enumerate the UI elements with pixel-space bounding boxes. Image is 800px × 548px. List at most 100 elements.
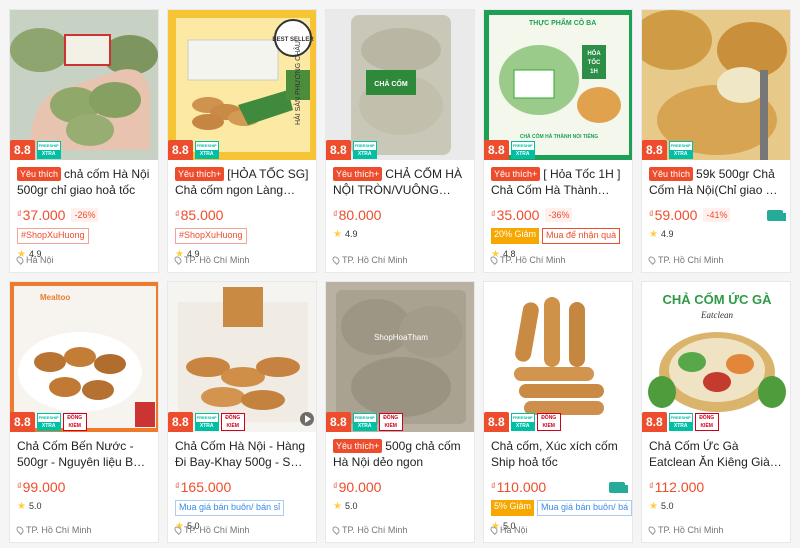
product-title[interactable]: Chả cốm, Xúc xích cốm Ship hoả tốc bbox=[491, 438, 625, 470]
promo-badges: 8.8 FREESHIP XTRA bbox=[10, 140, 61, 160]
product-card[interactable]: CHẢ CỐM ỨC GÀ Eatclean 8.8 FREESHIP XTRA … bbox=[641, 281, 791, 543]
product-image[interactable]: 8.8 FREESHIP XTRA bbox=[10, 10, 158, 160]
product-tag: #ShopXuHuong bbox=[17, 228, 89, 244]
product-title[interactable]: Yêu thích+[ Hỏa Tốc 1H ] Chả Cốm Hà Thàn… bbox=[491, 166, 625, 198]
star-icon: ★ bbox=[649, 500, 658, 512]
product-location: TP. Hồ Chí Minh bbox=[647, 525, 723, 535]
freeship-badge: FREESHIP XTRA bbox=[194, 141, 219, 159]
product-image[interactable]: 8.8 FREESHIP XTRA ĐỒNG KIỂM bbox=[168, 282, 316, 432]
product-rating: ★ 5.0 bbox=[649, 500, 674, 512]
product-location: TP. Hồ Chí Minh bbox=[489, 255, 565, 265]
product-tag: Mua giá bán buôn/ bán sỉ bbox=[175, 500, 285, 516]
product-image[interactable]: 8.8 FREESHIP XTRA ĐỒNG KIỂM bbox=[484, 282, 632, 432]
product-title[interactable]: Yêu thích+ 500g chả cốm Hà Nội dẻo ngon bbox=[333, 438, 467, 470]
product-rating: ★ 4.9 bbox=[333, 228, 358, 240]
product-card[interactable]: 8.8 FREESHIP XTRA Yêu thích chả cốm Hà Nội… bbox=[9, 9, 159, 273]
product-title[interactable]: Chả Cốm Hà Nội - Hàng Đi Bay-Khay 500g -… bbox=[175, 438, 309, 470]
location-pin-icon bbox=[647, 255, 657, 265]
product-title[interactable]: Yêu thích+ [HỎA TỐC SG] Chả cốm ngon Làng… bbox=[175, 166, 309, 198]
svg-text:CHẢ CỐM ỨC GÀ: CHẢ CỐM ỨC GÀ bbox=[662, 292, 772, 307]
dong-kiem-badge: ĐỒNG KIỂM bbox=[694, 413, 719, 431]
product-photo bbox=[642, 10, 790, 160]
product-card[interactable]: 8.8 FREESHIP XTRA Yêu thích 59k 500gr Chả … bbox=[641, 9, 791, 273]
product-location: Hà Nội bbox=[15, 255, 54, 265]
product-photo: Mealtoo bbox=[10, 282, 158, 432]
product-tags: #ShopXuHuong bbox=[17, 228, 151, 244]
product-image[interactable]: BEST SELLER HẢI SẢN PHƯƠNG CHÂU 8.8 FREE… bbox=[168, 10, 316, 160]
promo-badges: 8.8 FREESHIP XTRA ĐỒNG KIỂM bbox=[326, 412, 403, 432]
promo-badges: 8.8 FREESHIP XTRA bbox=[642, 140, 693, 160]
product-price: ₫37.000 bbox=[17, 207, 66, 223]
dong-kiem-badge: ĐỒNG KIỂM bbox=[536, 413, 561, 431]
dong-kiem-badge: ĐỒNG KIỂM bbox=[62, 413, 87, 431]
product-image[interactable]: 8.8 FREESHIP XTRA bbox=[642, 10, 790, 160]
location-pin-icon bbox=[331, 255, 341, 265]
favorite-badge: Yêu thích+ bbox=[175, 167, 225, 181]
product-title[interactable]: Yêu thích chả cốm Hà Nội 500gr chỉ giao h… bbox=[17, 166, 151, 198]
product-tag: 20% Giảm bbox=[491, 228, 540, 244]
product-tags: #ShopXuHuong bbox=[175, 228, 309, 244]
product-rating: ★ 5.0 bbox=[17, 500, 42, 512]
location-pin-icon bbox=[331, 525, 341, 535]
sale-badge: 8.8 bbox=[326, 412, 351, 432]
product-location: TP. Hồ Chí Minh bbox=[173, 525, 249, 535]
product-tag: #ShopXuHuong bbox=[175, 228, 247, 244]
product-tags: 5% Giảm Mua giá bán buôn/ bá bbox=[491, 500, 632, 516]
product-location: TP. Hồ Chí Minh bbox=[331, 255, 407, 265]
product-tag: Mua giá bán buôn/ bá bbox=[537, 500, 632, 516]
discount-badge: -26% bbox=[71, 208, 99, 222]
favorite-badge: Yêu thích bbox=[17, 167, 62, 181]
promo-badges: 8.8 FREESHIP XTRA ĐỒNG KIỂM bbox=[484, 412, 561, 432]
promo-badges: 8.8 FREESHIP XTRA bbox=[326, 140, 377, 160]
product-card[interactable]: THỰC PHẨM CÔ BA HỎA TỐC 1H CHẢ CỐM HÀ TH… bbox=[483, 9, 633, 273]
product-image[interactable]: CHẢ CỐM 8.8 FREESHIP XTRA bbox=[326, 10, 474, 160]
product-photo bbox=[10, 10, 158, 160]
promo-badges: 8.8 FREESHIP XTRA bbox=[484, 140, 535, 160]
svg-text:CHẢ CỐM HÀ THÀNH NỔI TIẾNG: CHẢ CỐM HÀ THÀNH NỔI TIẾNG bbox=[520, 133, 598, 140]
product-card[interactable]: ShopHoaTham 8.8 FREESHIP XTRA ĐỒNG KIỂM Y… bbox=[325, 281, 475, 543]
product-image[interactable]: ShopHoaTham 8.8 FREESHIP XTRA ĐỒNG KIỂM bbox=[326, 282, 474, 432]
svg-text:HẢI SẢN PHƯƠNG CHÂU: HẢI SẢN PHƯƠNG CHÂU bbox=[293, 41, 302, 125]
star-icon: ★ bbox=[649, 228, 658, 240]
product-tags: 20% Giảm Mua để nhận quà bbox=[491, 228, 625, 244]
promo-badges: 8.8 FREESHIP XTRA ĐỒNG KIỂM bbox=[10, 412, 87, 432]
product-price: ₫59.000 bbox=[649, 207, 698, 223]
product-card[interactable]: 8.8 FREESHIP XTRA ĐỒNG KIỂM Chả Cốm Hà Nộ… bbox=[167, 281, 317, 543]
product-image[interactable]: Mealtoo 8.8 FREESHIP XTRA ĐỒNG KIỂM bbox=[10, 282, 158, 432]
video-play-icon[interactable] bbox=[300, 412, 314, 426]
freeship-badge: FREESHIP XTRA bbox=[668, 413, 693, 431]
sale-badge: 8.8 bbox=[168, 412, 193, 432]
product-price: ₫112.000 bbox=[649, 479, 705, 495]
product-card[interactable]: 8.8 FREESHIP XTRA ĐỒNG KIỂM Chả cốm, Xúc … bbox=[483, 281, 633, 543]
location-pin-icon bbox=[489, 525, 499, 535]
product-title[interactable]: Yêu thích 59k 500gr Chả Cốm Hà Nội(Chỉ gi… bbox=[649, 166, 783, 198]
product-photo: ShopHoaTham bbox=[326, 282, 474, 432]
product-price: ₫165.000 bbox=[175, 479, 232, 495]
product-photo: CHẢ CỐM ỨC GÀ Eatclean bbox=[642, 282, 790, 432]
freeship-badge: FREESHIP XTRA bbox=[510, 413, 535, 431]
product-card[interactable]: CHẢ CỐM 8.8 FREESHIP XTRA Yêu thích+ CHẢ C… bbox=[325, 9, 475, 273]
product-title[interactable]: Chả Cốm Ức Gà Eatclean Ăn Kiêng Giàu Pro… bbox=[649, 438, 783, 470]
location-pin-icon bbox=[489, 255, 499, 265]
product-card[interactable]: Mealtoo 8.8 FREESHIP XTRA ĐỒNG KIỂM Chả C… bbox=[9, 281, 159, 543]
product-card[interactable]: BEST SELLER HẢI SẢN PHƯƠNG CHÂU 8.8 FREE… bbox=[167, 9, 317, 273]
product-title[interactable]: Chả Cốm Bến Nước - 500gr - Nguyên liệu B… bbox=[17, 438, 151, 470]
fast-delivery-icon bbox=[767, 209, 786, 221]
product-location: TP. Hồ Chí Minh bbox=[331, 525, 407, 535]
sale-badge: 8.8 bbox=[484, 140, 509, 160]
product-location: Hà Nội bbox=[489, 525, 528, 535]
sale-badge: 8.8 bbox=[642, 140, 667, 160]
product-photo bbox=[168, 282, 316, 432]
product-title[interactable]: Yêu thích+CHẢ CỐM HÀ NỘI TRÒN/VUÔNG 500G… bbox=[333, 166, 467, 198]
sale-badge: 8.8 bbox=[484, 412, 509, 432]
product-image[interactable]: CHẢ CỐM ỨC GÀ Eatclean 8.8 FREESHIP XTRA … bbox=[642, 282, 790, 432]
product-photo: CHẢ CỐM bbox=[326, 10, 474, 160]
svg-text:BEST SELLER: BEST SELLER bbox=[272, 37, 314, 43]
dong-kiem-badge: ĐỒNG KIỂM bbox=[378, 413, 403, 431]
product-price: ₫110.000 bbox=[491, 479, 547, 495]
location-pin-icon bbox=[15, 255, 25, 265]
product-price: ₫80.000 bbox=[333, 207, 382, 223]
product-image[interactable]: THỰC PHẨM CÔ BA HỎA TỐC 1H CHẢ CỐM HÀ TH… bbox=[484, 10, 632, 160]
sale-badge: 8.8 bbox=[10, 140, 35, 160]
sale-badge: 8.8 bbox=[168, 140, 193, 160]
